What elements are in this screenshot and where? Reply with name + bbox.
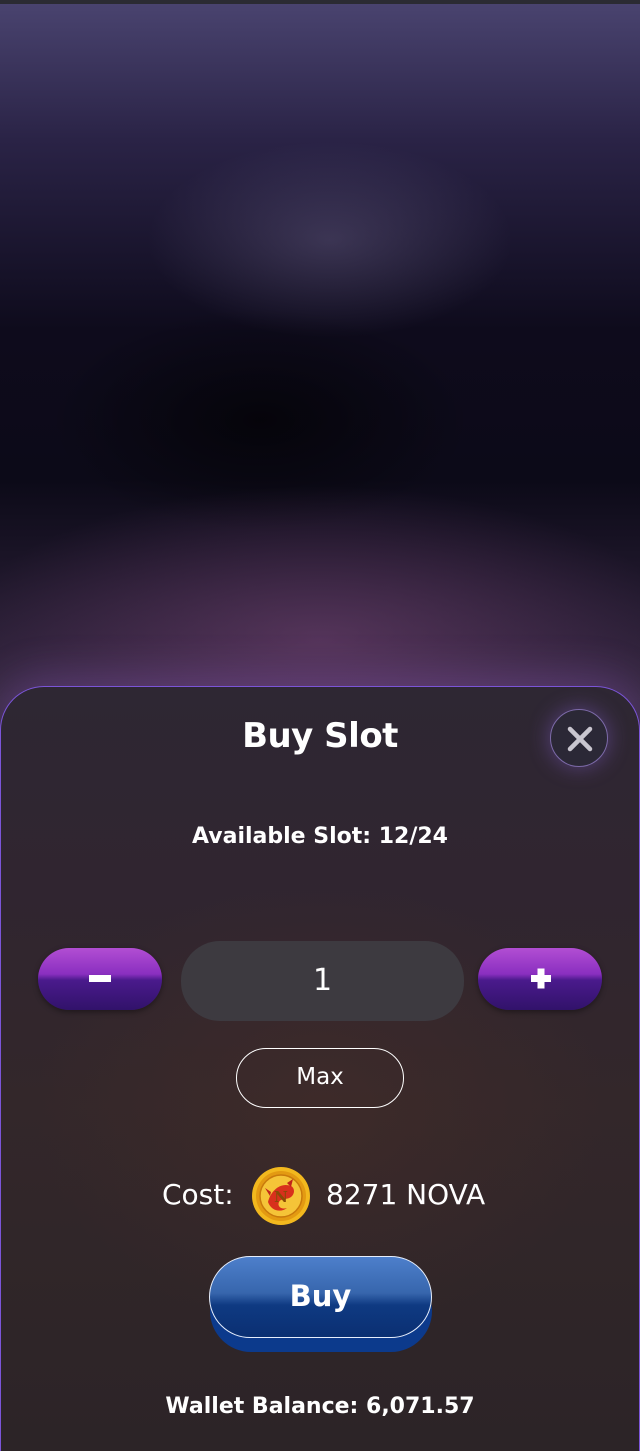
modal-title: Buy Slot [242, 716, 398, 756]
available-slot-text: Available Slot: 12/24 [192, 824, 448, 849]
status-bar-strip [0, 0, 640, 4]
close-icon [567, 726, 593, 752]
increase-quantity-button[interactable] [478, 948, 602, 1010]
close-button[interactable] [550, 709, 608, 767]
cost-label: Cost: [162, 1178, 234, 1211]
wallet-balance-text: Wallet Balance: 6,071.57 [165, 1394, 475, 1419]
buy-button[interactable]: Buy [209, 1256, 432, 1338]
decrease-quantity-button[interactable] [38, 948, 162, 1010]
quantity-input[interactable] [181, 941, 464, 1021]
plus-icon [531, 968, 551, 989]
cost-row: Cost: N 8271 NOVA [0, 1166, 640, 1228]
nova-coin-icon: N [252, 1167, 310, 1225]
cost-amount: 8271 NOVA [326, 1178, 486, 1211]
svg-text:N: N [274, 1188, 288, 1206]
max-button[interactable]: Max [236, 1048, 404, 1108]
minus-icon [89, 975, 111, 982]
